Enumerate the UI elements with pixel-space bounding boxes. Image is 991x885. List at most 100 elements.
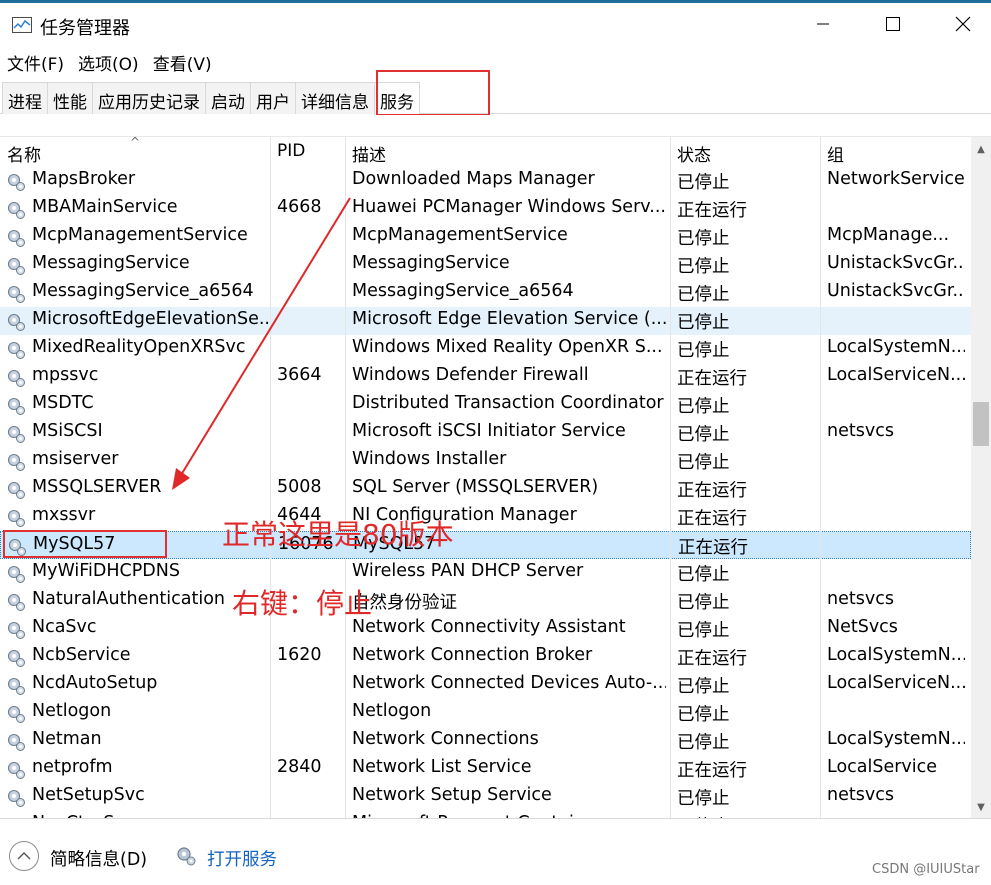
service-gear-icon	[6, 396, 26, 416]
column-header-name[interactable]: 名称	[7, 141, 41, 166]
service-gear-icon	[6, 312, 26, 332]
menu-view[interactable]: 查看(V)	[146, 48, 219, 76]
service-gear-icon	[6, 564, 26, 584]
table-row[interactable]: NcaSvc Network Connectivity Assistant 已停止 N…	[0, 615, 971, 643]
service-pid: 3664	[277, 365, 322, 385]
column-divider[interactable]	[820, 137, 821, 818]
table-header: 名称 ^ PID 描述 状态 组	[0, 137, 971, 167]
service-description: Wireless PAN DHCP Server	[352, 561, 584, 581]
table-row[interactable]: MapsBroker Downloaded Maps Manager 已停止 Netw…	[0, 167, 971, 195]
table-row[interactable]: NgcCtnrSvcMicrosoft Passport Container已停…	[0, 811, 971, 818]
service-group: LocalSystemN...	[827, 645, 965, 665]
service-gear-icon	[6, 424, 26, 444]
table-row[interactable]: MSDTC Distributed Transaction Coordinator…	[0, 391, 971, 419]
title-bar[interactable]: 任务管理器	[0, 3, 991, 45]
service-gear-icon	[6, 256, 26, 276]
column-header-pid[interactable]: PID	[277, 141, 305, 161]
chevron-up-icon	[17, 852, 31, 860]
service-group: McpManage...	[827, 225, 950, 245]
column-divider[interactable]	[670, 137, 671, 818]
table-row[interactable]: netprofm 2840 Network List Service 正在运行 Loca…	[0, 755, 971, 783]
service-name: MicrosoftEdgeElevationSe...	[32, 309, 268, 329]
service-name: MapsBroker	[32, 169, 136, 189]
minimize-button[interactable]	[788, 3, 858, 45]
close-button[interactable]	[928, 3, 991, 45]
column-divider[interactable]	[270, 137, 271, 818]
service-description: Network List Service	[352, 757, 532, 777]
menu-file[interactable]: 文件(F)	[0, 48, 71, 76]
table-row[interactable]: MSiSCSI Microsoft iSCSI Initiator Service…	[0, 419, 971, 447]
open-services-link[interactable]: 打开服务	[207, 846, 277, 871]
service-status: 已停止	[677, 565, 730, 585]
service-gear-icon	[6, 284, 26, 304]
column-header-description[interactable]: 描述	[352, 141, 386, 166]
column-divider[interactable]	[345, 137, 346, 818]
annotation-version-note: 正常这里是80版本	[222, 518, 454, 551]
service-status: 正在运行	[677, 761, 747, 781]
service-name: McpManagementService	[32, 225, 248, 245]
service-gear-icon	[6, 340, 26, 360]
table-row[interactable]: NaturalAuthentication 自然身份验证 已停止 netsvcs	[0, 587, 971, 615]
table-row[interactable]: MicrosoftEdgeElevationSe... Microsoft Edg…	[0, 307, 971, 335]
scroll-thumb[interactable]	[973, 402, 989, 446]
menu-options[interactable]: 选项(O)	[71, 48, 146, 76]
service-group: LocalSystemN...	[827, 337, 965, 357]
service-name: MSDTC	[32, 393, 94, 413]
service-pid: 5008	[277, 477, 322, 497]
table-row[interactable]: msiserver Windows Installer 已停止	[0, 447, 971, 475]
service-name: MSSQLSERVER	[32, 477, 162, 497]
table-row[interactable]: MessagingService MessagingService 已停止 Unist…	[0, 251, 971, 279]
vertical-scrollbar[interactable]: ▲ ▼	[971, 137, 991, 818]
table-row[interactable]: MSSQLSERVER 5008 SQL Server (MSSQLSERVER) 正…	[0, 475, 971, 503]
scroll-down-button[interactable]: ▼	[971, 797, 991, 817]
tab-performance[interactable]: 性能	[47, 82, 93, 114]
table-row[interactable]: NcbService 1620 Network Connection Broker 正…	[0, 643, 971, 671]
tab-details[interactable]: 详细信息	[295, 82, 375, 114]
tab-services[interactable]: 服务	[374, 82, 420, 115]
table-row[interactable]: MessagingService_a6564 MessagingService_a…	[0, 279, 971, 307]
fewer-details-button[interactable]	[9, 841, 39, 871]
table-row[interactable]: MixedRealityOpenXRSvc Windows Mixed Reali…	[0, 335, 971, 363]
service-name: MessagingService	[32, 253, 190, 273]
table-row[interactable]: NetSetupSvc Network Setup Service 已停止 netsv…	[0, 783, 971, 811]
status-bar: 简略信息(D) 打开服务 CSDN @IUIUStar	[0, 818, 991, 885]
table-row[interactable]: McpManagementService McpManagementService…	[0, 223, 971, 251]
table-row[interactable]: mpssvc 3664 Windows Defender Firewall 正在运行 L…	[0, 363, 971, 391]
table-row[interactable]: Netlogon Netlogon 已停止	[0, 699, 971, 727]
service-description: Network Setup Service	[352, 785, 552, 805]
service-status: 已停止	[677, 677, 730, 697]
table-row[interactable]: Netman Network Connections 已停止 LocalSystemN…	[0, 727, 971, 755]
service-status: 已停止	[677, 789, 730, 809]
service-pid: 2840	[277, 757, 322, 777]
service-gear-icon	[6, 452, 26, 472]
column-header-group[interactable]: 组	[827, 141, 844, 166]
table-row[interactable]: MySQL57 16076 MySQL57 正在运行	[0, 531, 971, 559]
service-gear-icon	[7, 537, 27, 557]
tab-app-history[interactable]: 应用历史记录	[92, 82, 206, 114]
service-status: 已停止	[677, 285, 730, 305]
service-status: 已停止	[677, 593, 730, 613]
service-name: MessagingService_a6564	[32, 281, 254, 301]
service-description: Network Connectivity Assistant	[352, 617, 626, 637]
service-gear-icon	[6, 508, 26, 528]
scroll-up-button[interactable]: ▲	[971, 139, 991, 159]
service-group: NetworkService	[827, 169, 965, 189]
column-header-status[interactable]: 状态	[677, 141, 711, 166]
window-title: 任务管理器	[40, 18, 130, 39]
service-gear-icon	[6, 704, 26, 724]
service-status: 正在运行	[677, 509, 747, 529]
tab-users[interactable]: 用户	[250, 82, 296, 114]
service-group: LocalServiceN...	[827, 365, 965, 385]
tab-processes[interactable]: 进程	[2, 82, 48, 114]
service-gear-icon	[6, 620, 26, 640]
table-row[interactable]: MBAMainService 4668 Huawei PCManager Windo…	[0, 195, 971, 223]
service-group: LocalSystemN...	[827, 729, 965, 749]
service-name: Netman	[32, 729, 102, 749]
table-row[interactable]: mxssvr 4644 NI Configuration Manager 正在运行	[0, 503, 971, 531]
fewer-details-label[interactable]: 简略信息(D)	[50, 846, 147, 871]
table-row[interactable]: NcdAutoSetup Network Connected Devices Au…	[0, 671, 971, 699]
service-pid: 1620	[277, 645, 322, 665]
maximize-button[interactable]	[858, 3, 928, 45]
table-row[interactable]: MyWiFiDHCPDNS Wireless PAN DHCP Server 已停止	[0, 559, 971, 587]
tab-startup[interactable]: 启动	[205, 82, 251, 114]
